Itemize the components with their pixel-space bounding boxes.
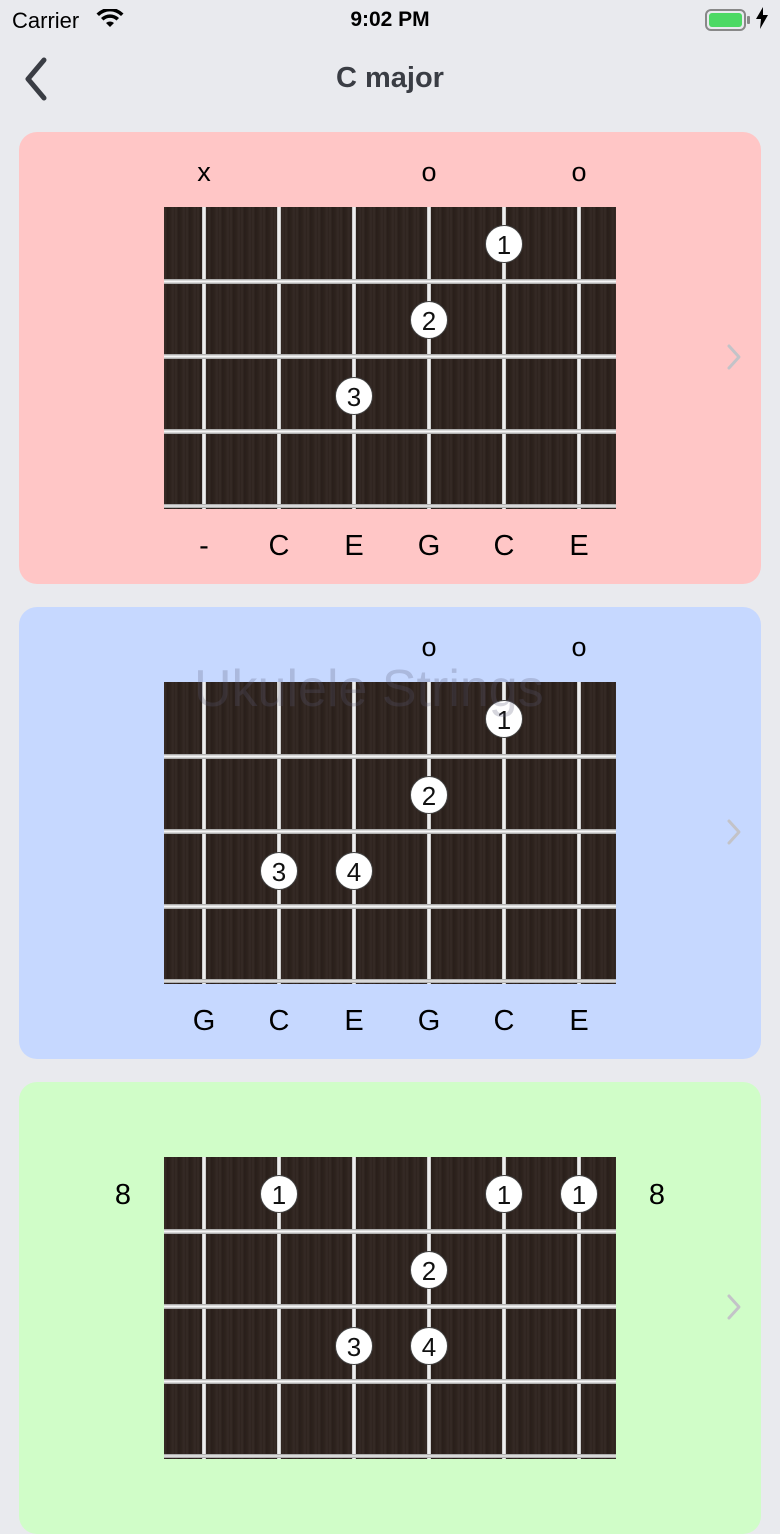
fret-line: [164, 754, 616, 759]
note-label: G: [192, 1005, 216, 1037]
string-marker: o: [571, 157, 587, 187]
note-label: C: [493, 530, 515, 562]
fret-line: [164, 1379, 616, 1384]
finger-dot: 2: [410, 301, 448, 339]
finger-dot: 3: [260, 852, 298, 890]
fret-line: [164, 504, 616, 508]
fret-line: [164, 829, 616, 834]
charging-bolt-icon: [756, 7, 768, 35]
finger-dot: 4: [335, 852, 373, 890]
finger-dot: 2: [410, 776, 448, 814]
fret-line: [164, 1304, 616, 1309]
fret-line: [164, 354, 616, 359]
note-label: G: [417, 1005, 441, 1037]
fret-label-left: 8: [114, 1179, 132, 1211]
fret-line: [164, 279, 616, 284]
chevron-right-icon: [727, 344, 741, 370]
fret-line: [164, 429, 616, 434]
fret-line: [164, 1229, 616, 1234]
string-marker: o: [421, 157, 437, 187]
note-label: C: [493, 1005, 515, 1037]
fret-line: [164, 904, 616, 909]
note-label: E: [569, 1005, 589, 1037]
page-title: C major: [336, 62, 444, 94]
chevron-right-icon: [727, 819, 741, 845]
chord-card[interactable]: x o o 123 - C E G C E: [19, 132, 761, 584]
finger-dot: 1: [485, 1175, 523, 1213]
fret-line: [164, 979, 616, 983]
note-label: E: [344, 1005, 364, 1037]
finger-dot: 2: [410, 1251, 448, 1289]
chord-card[interactable]: 11123488: [19, 1082, 761, 1534]
chord-card[interactable]: o o 1 2 3 4 Ukulele Strings G C E G C E: [19, 607, 761, 1059]
fret-label-right: 8: [648, 1179, 666, 1211]
string-marker: x: [197, 157, 211, 187]
fretboard: 123: [164, 207, 616, 509]
finger-dot: 3: [335, 377, 373, 415]
status-time: 9:02 PM: [350, 8, 430, 31]
fretboard: 1234: [164, 682, 616, 984]
chevron-right-icon: [727, 1294, 741, 1320]
fretboard: 111234: [164, 1157, 616, 1459]
note-label: -: [199, 530, 209, 562]
note-label: C: [268, 1005, 290, 1037]
finger-dot: 1: [485, 225, 523, 263]
note-label: C: [268, 530, 290, 562]
navigation-bar: C major: [0, 40, 780, 120]
finger-dot: 1: [260, 1175, 298, 1213]
note-label: E: [569, 530, 589, 562]
finger-dot: 1: [560, 1175, 598, 1213]
fret-line: [164, 1454, 616, 1458]
finger-dot: 3: [335, 1327, 373, 1365]
watermark-text: Ukulele Strings: [194, 660, 544, 718]
status-bar: Carrier 9:02 PM: [0, 0, 780, 40]
note-label: G: [417, 530, 441, 562]
battery-icon: [705, 9, 750, 31]
note-label: E: [344, 530, 364, 562]
finger-dot: 4: [410, 1327, 448, 1365]
